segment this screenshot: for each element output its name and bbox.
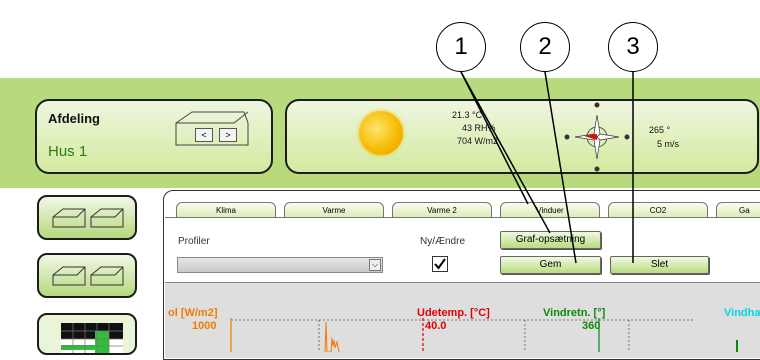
chart-plot xyxy=(230,318,738,352)
sun-series-line xyxy=(324,321,340,352)
